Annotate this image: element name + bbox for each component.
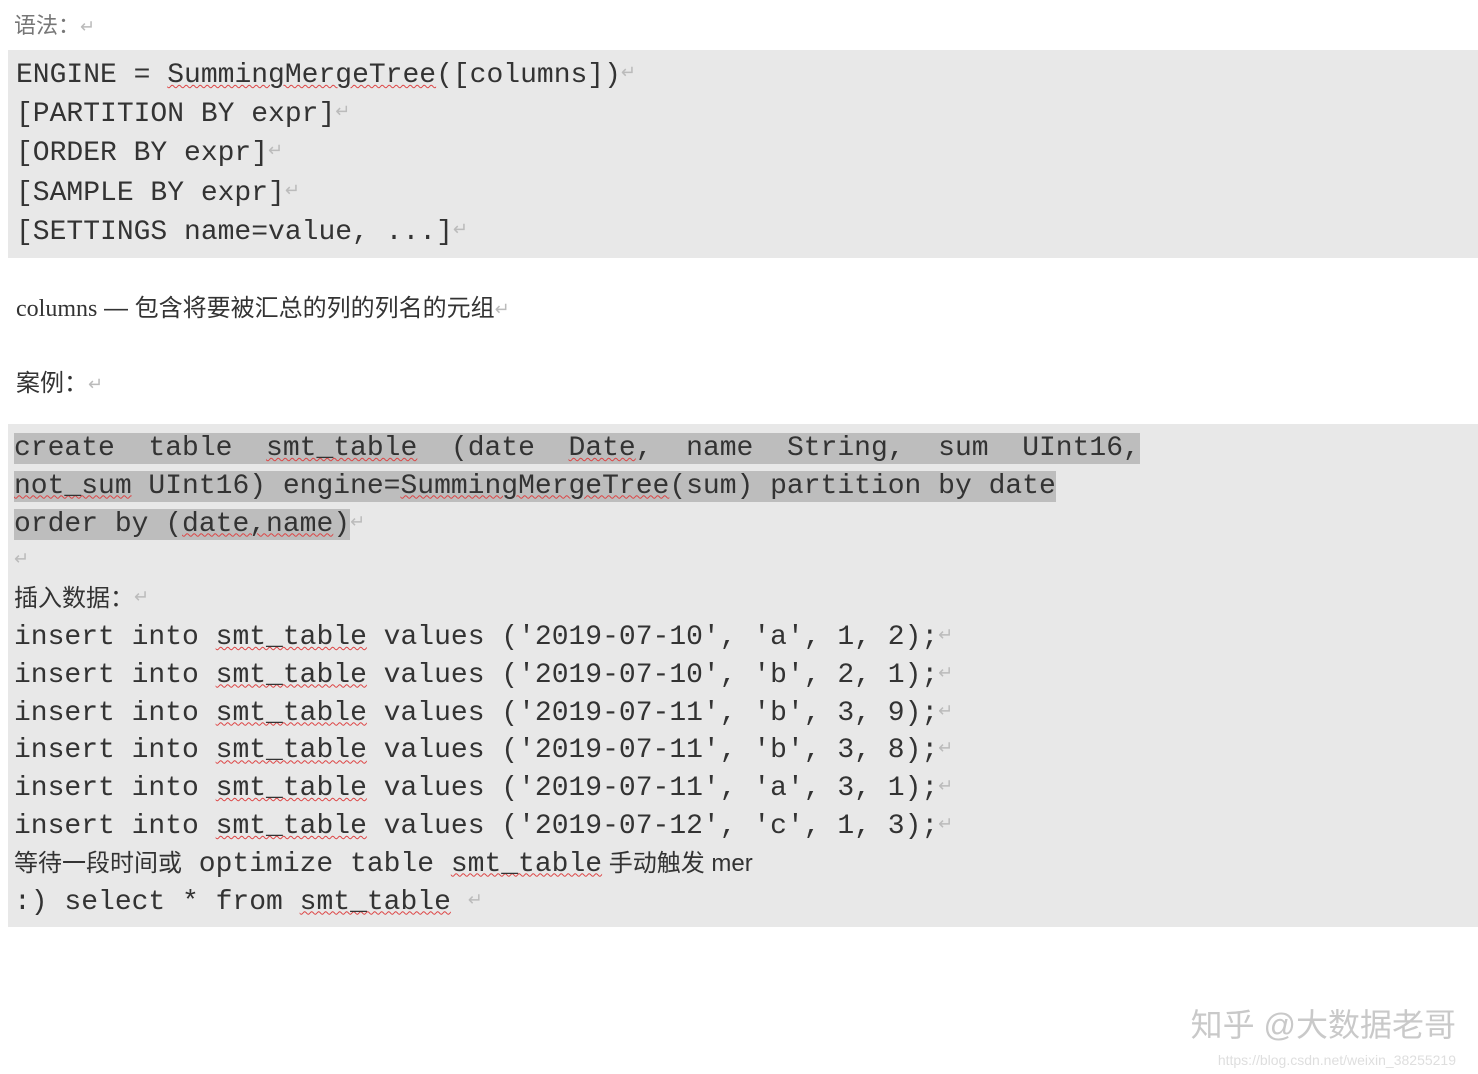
watermark: 知乎 @大数据老哥: [1191, 1000, 1456, 1046]
highlighted-create: create table smt_table (date Date, name …: [14, 433, 1140, 464]
insert-line: insert into smt_table values ('2019-07-1…: [14, 698, 938, 729]
highlighted-create: order by (date,name): [14, 509, 350, 540]
spell-error: SummingMergeTree: [167, 60, 436, 91]
code-line: [PARTITION BY expr]: [16, 99, 335, 130]
columns-description: columns — 包含将要被汇总的列的列名的元组↵: [16, 288, 1478, 323]
insert-line: insert into smt_table values ('2019-07-1…: [14, 622, 938, 653]
optimize-line: 等待一段时间或 optimize table smt_table 手动触发 me…: [14, 849, 753, 880]
insert-line: insert into smt_table values ('2019-07-1…: [14, 773, 938, 804]
code-line: ENGINE = SummingMergeTree([columns]): [16, 60, 621, 91]
code-line: [SETTINGS name=value, ...]: [16, 217, 453, 248]
example-code-block: create table smt_table (date Date, name …: [8, 424, 1478, 927]
insert-line: insert into smt_table values ('2019-07-1…: [14, 811, 938, 842]
syntax-label: 语法：↵: [8, 8, 1478, 40]
return-marker: ↵: [80, 17, 95, 37]
code-line: [ORDER BY expr]: [16, 138, 268, 169]
insert-line: insert into smt_table values ('2019-07-1…: [14, 660, 938, 691]
code-line: [SAMPLE BY expr]: [16, 178, 285, 209]
insert-line: insert into smt_table values ('2019-07-1…: [14, 735, 938, 766]
insert-data-label: 插入数据：: [14, 585, 134, 612]
select-line: :) select * from smt_table: [14, 887, 451, 918]
case-label: 案例：↵: [16, 363, 1478, 398]
highlighted-create: not_sum UInt16) engine=SummingMergeTree(…: [14, 471, 1056, 502]
syntax-code-block: ENGINE = SummingMergeTree([columns])↵ [P…: [8, 50, 1478, 258]
